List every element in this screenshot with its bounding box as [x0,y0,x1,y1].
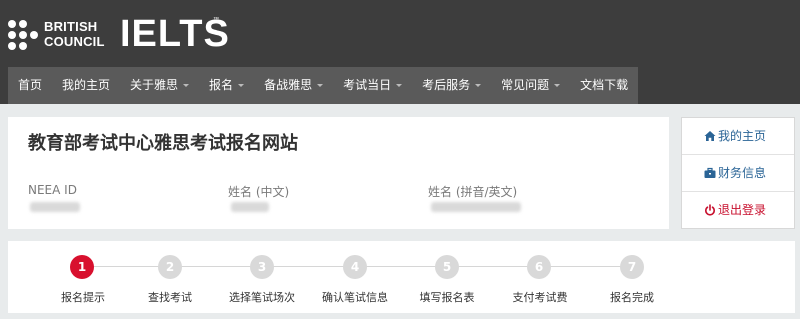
step-3-label: 选择笔试场次 [229,291,295,304]
registration-progress-steps: 1 报名提示 2 查找考试 3 选择笔试场次 4 确认笔试信息 5 填写报名表 … [8,241,795,313]
nav-item-label: 我的主页 [62,78,111,92]
caret-down-icon [317,84,324,87]
candidate-info-panel: 教育部考试中心雅思考试报名网站 NEEA ID 姓名 (中文) 姓名 (拼音/英… [8,117,669,229]
step-4-circle: 4 [343,255,367,279]
sidebar-item-logout[interactable]: 退出登录 [682,192,794,229]
british-council-dots-icon [8,20,40,50]
step-7-circle: 7 [620,255,644,279]
nav-item-label: 关于雅思 [130,78,179,92]
nav-item-post-test-services[interactable]: 考后服务 [412,67,491,104]
step-7-label: 报名完成 [610,291,654,304]
chinese-name-label: 姓名 (中文) [228,185,290,199]
british-council-wordmark: BRITISH COUNCIL [44,19,105,49]
neea-id-label: NEEA ID [28,183,77,197]
trademark-symbol: ™ [213,17,219,23]
caret-down-icon [554,84,561,87]
site-header: BRITISH COUNCIL IELTS ™ 首页 我的主页 关于雅思 报名 … [0,0,800,104]
step-2-circle: 2 [158,255,182,279]
nav-item-register[interactable]: 报名 [199,67,254,104]
brand-line-2: COUNCIL [44,34,105,49]
briefcase-icon [704,167,716,178]
power-icon [705,204,715,216]
step-1-circle: 1 [70,255,94,279]
nav-item-faq[interactable]: 常见问题 [491,67,570,104]
nav-item-label: 常见问题 [501,78,550,92]
british-council-logo[interactable]: BRITISH COUNCIL [8,18,108,52]
sidebar-item-my-homepage[interactable]: 我的主页 [682,118,794,155]
sidebar-item-label: 财务信息 [718,166,767,180]
sidebar-item-label: 退出登录 [718,203,767,217]
pinyin-name-label: 姓名 (拼音/英文) [428,185,518,199]
caret-down-icon [396,84,403,87]
nav-item-label: 报名 [209,78,234,92]
sidebar-item-label: 我的主页 [718,129,767,143]
step-5-label: 填写报名表 [419,291,475,304]
step-1-label: 报名提示 [61,291,105,304]
step-6-label: 支付考试费 [512,291,568,304]
main-nav: 首页 我的主页 关于雅思 报名 备战雅思 考试当日 考后服务 常见问题 文档下载 [8,67,639,104]
account-sidebar: 我的主页 财务信息 退出登录 [681,117,795,229]
nav-item-downloads[interactable]: 文档下载 [570,67,638,104]
nav-item-home[interactable]: 首页 [8,67,52,104]
nav-item-my-homepage[interactable]: 我的主页 [52,67,120,104]
nav-item-about-ielts[interactable]: 关于雅思 [120,67,199,104]
step-4-label: 确认笔试信息 [322,291,388,304]
pinyin-name-value-redacted [431,202,521,212]
brand-line-1: BRITISH [44,19,98,34]
chinese-name-value-redacted [231,202,269,212]
step-6-circle: 6 [527,255,551,279]
nav-item-label: 考试当日 [343,78,392,92]
caret-down-icon [475,84,482,87]
step-5-circle: 5 [435,255,459,279]
caret-down-icon [238,84,245,87]
neea-id-value-redacted [30,202,80,212]
step-3-circle: 3 [250,255,274,279]
nav-item-label: 考后服务 [422,78,471,92]
nav-item-label: 首页 [18,78,43,92]
step-2-label: 查找考试 [148,291,192,304]
nav-item-prepare[interactable]: 备战雅思 [254,67,333,104]
nav-item-label: 文档下载 [580,78,629,92]
home-icon [704,131,716,141]
nav-item-label: 备战雅思 [264,78,313,92]
page-title: 教育部考试中心雅思考试报名网站 [28,133,298,154]
sidebar-item-finance[interactable]: 财务信息 [682,155,794,192]
nav-item-test-day[interactable]: 考试当日 [333,67,412,104]
caret-down-icon [183,84,190,87]
